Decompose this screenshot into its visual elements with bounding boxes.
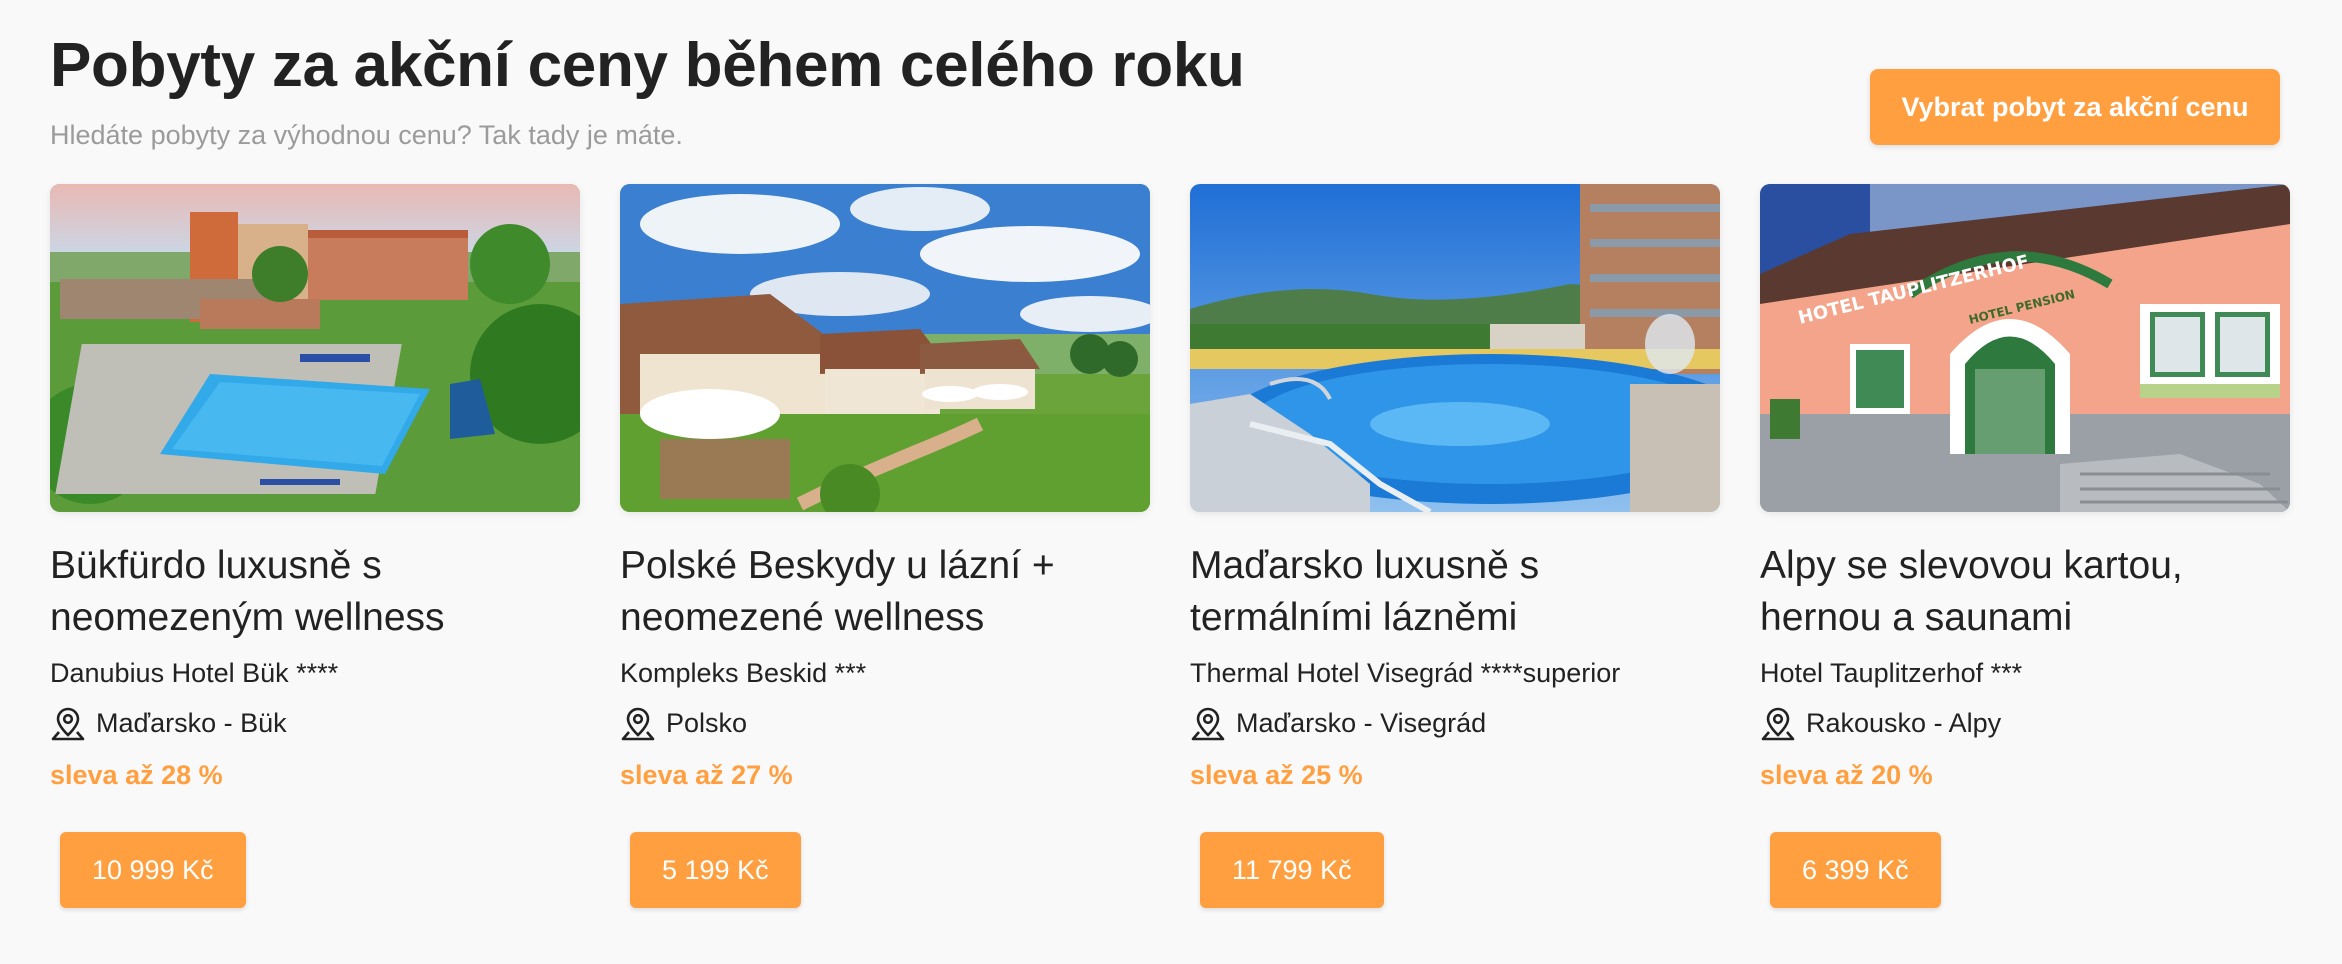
hotel-name: Danubius Hotel Bük **** xyxy=(50,658,339,688)
discount-label: sleva až 27 % xyxy=(620,760,793,790)
discount-label: sleva až 28 % xyxy=(50,760,223,790)
hotel-resort-pool-photo[interactable] xyxy=(50,184,580,512)
section-title: Pobyty za akční ceny během celého roku xyxy=(50,31,1245,100)
map-pin-icon xyxy=(1191,707,1225,741)
offer-card-buk[interactable]: Bükfürdo luxusně s neomezeným wellness D… xyxy=(50,184,580,924)
offer-card-tauplitz[interactable]: HOTEL TAUPLITZERHOF HOTEL PENSION Alpy s… xyxy=(1760,184,2290,924)
offer-title-line2: neomezené wellness xyxy=(620,596,985,639)
offer-title[interactable]: Alpy se slevovou kartou, hernou a saunam… xyxy=(1760,540,2290,644)
offer-title-line1: Maďarsko luxusně s xyxy=(1190,544,1540,587)
location-text: Maďarsko - Bük xyxy=(96,708,287,738)
location-text: Maďarsko - Visegrád xyxy=(1236,708,1487,738)
offer-card-beskydy[interactable]: Polské Beskydy u lázní + neomezené welln… xyxy=(620,184,1150,924)
price-button[interactable]: 10 999 Kč xyxy=(60,832,246,908)
location-text: Polsko xyxy=(666,708,748,738)
mountain-resort-garden-photo[interactable] xyxy=(620,184,1150,512)
discount-label: sleva až 25 % xyxy=(1190,760,1363,790)
select-deal-button[interactable]: Vybrat pobyt za akční cenu xyxy=(1870,69,2280,145)
map-pin-icon xyxy=(621,707,655,741)
hotel-name: Thermal Hotel Visegrád ****superior xyxy=(1190,658,1621,688)
section-subtitle: Hledáte pobyty za výhodnou cenu? Tak tad… xyxy=(50,120,683,150)
map-pin-icon xyxy=(1761,707,1795,741)
map-pin-icon xyxy=(51,707,85,741)
offer-title-line2: termálními lázněmi xyxy=(1190,596,1518,639)
offer-title[interactable]: Polské Beskydy u lázní + neomezené welln… xyxy=(620,540,1150,644)
offer-title-line2: neomezeným wellness xyxy=(50,596,445,639)
hotel-name: Kompleks Beskid *** xyxy=(620,658,867,688)
thermal-pool-photo[interactable] xyxy=(1190,184,1720,512)
offer-title[interactable]: Maďarsko luxusně s termálními lázněmi xyxy=(1190,540,1720,644)
offer-cards: Bükfürdo luxusně s neomezeným wellness D… xyxy=(50,184,2292,924)
discount-label: sleva až 20 % xyxy=(1760,760,1933,790)
price-button[interactable]: 5 199 Kč xyxy=(630,832,801,908)
offer-title-line1: Polské Beskydy u lázní + xyxy=(620,544,1055,587)
price-button[interactable]: 11 799 Kč xyxy=(1200,832,1384,908)
offer-title[interactable]: Bükfürdo luxusně s neomezeným wellness xyxy=(50,540,580,644)
hotel-name: Hotel Tauplitzerhof *** xyxy=(1760,658,2023,688)
offer-title-line1: Bükfürdo luxusně s xyxy=(50,544,382,587)
location-text: Rakousko - Alpy xyxy=(1806,708,2002,738)
section-header: Pobyty za akční ceny během celého roku H… xyxy=(50,30,2292,160)
price-button[interactable]: 6 399 Kč xyxy=(1770,832,1941,908)
offer-title-line2: hernou a saunami xyxy=(1760,596,2073,639)
offer-card-visegrad[interactable]: Maďarsko luxusně s termálními lázněmi Th… xyxy=(1190,184,1720,924)
alpine-hotel-facade-photo[interactable]: HOTEL TAUPLITZERHOF HOTEL PENSION xyxy=(1760,184,2290,512)
offer-title-line1: Alpy se slevovou kartou, xyxy=(1760,544,2183,587)
